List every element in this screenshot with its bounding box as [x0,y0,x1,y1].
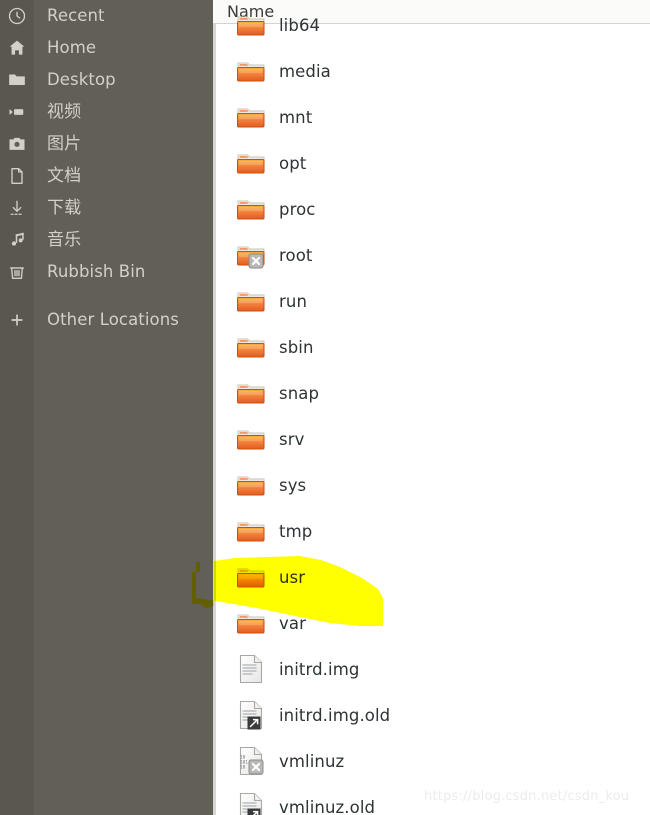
sidebar-item-label: Other Locations [47,310,179,329]
file-name-label: snap [279,383,320,403]
sidebar-item-label: Rubbish Bin [47,262,146,281]
document-icon [0,160,34,192]
table-row[interactable]: tmp [213,508,650,554]
file-rows-container: lib64 media mnt opt proc root run sbin s… [213,2,650,815]
sidebar-places-list: Recent Home Desktop 视频图片文档下载音乐 Rubbish Bin Ot… [0,0,213,336]
file-name-label: run [279,291,307,311]
music-icon [0,224,34,256]
table-row[interactable]: var [213,600,650,646]
file-name-label: sys [279,475,307,495]
sidebar-item-desktop[interactable]: Desktop [0,64,213,96]
sidebar-item-label: Desktop [47,70,116,89]
sidebar-item-label: 音乐 [47,230,82,250]
folder-icon [235,9,267,41]
sidebar-item-other-locations[interactable]: Other Locations [0,304,213,336]
table-row[interactable]: srv [213,416,650,462]
folder-icon [235,331,267,363]
table-row[interactable]: initrd.img.old [213,692,650,738]
sidebar-item-视频[interactable]: 视频 [0,96,213,128]
download-icon [0,192,34,224]
binary-file-locked-icon: 10 101 10 [235,745,267,777]
symlink-file-icon [235,791,267,815]
folder-icon [235,285,267,317]
table-row[interactable]: lib64 [213,2,650,48]
home-icon [0,32,34,64]
svg-text:10: 10 [240,765,246,771]
folder-icon [0,64,34,96]
sidebar-item-label: Home [47,38,97,57]
sidebar-item-下载[interactable]: 下载 [0,192,213,224]
file-name-label: proc [279,199,316,219]
symlink-file-icon [235,699,267,731]
sidebar-separator [0,288,213,304]
folder-icon [235,101,267,133]
file-name-label: media [279,61,331,81]
file-name-label: initrd.img.old [279,705,391,725]
video-icon [0,96,34,128]
sidebar-item-图片[interactable]: 图片 [0,128,213,160]
folder-locked-icon [235,239,267,271]
watermark-text: https://blog.csdn.net/csdn_kou [424,789,630,804]
table-row[interactable]: opt [213,140,650,186]
file-name-label: mnt [279,107,313,127]
folder-icon [235,147,267,179]
sidebar-item-label: Recent [47,6,105,25]
folder-icon [235,607,267,639]
folder-icon [235,515,267,547]
plus-icon [0,304,34,336]
table-row[interactable]: mnt [213,94,650,140]
file-list-pane: Name lib64 media mnt opt proc root run s… [213,0,650,815]
table-row[interactable]: usr [213,554,650,600]
file-name-label: vmlinuz [279,751,345,771]
file-name-label: srv [279,429,305,449]
table-row[interactable]: media [213,48,650,94]
text-file-icon [235,653,267,685]
file-name-label: tmp [279,521,313,541]
file-manager-window: Recent Home Desktop 视频图片文档下载音乐 Rubbish Bin Ot… [0,0,650,815]
table-row[interactable]: sys [213,462,650,508]
sidebar-item-label: 视频 [47,102,82,122]
table-row[interactable]: sbin [213,324,650,370]
sidebar-item-recent[interactable]: Recent [0,0,213,32]
sidebar: Recent Home Desktop 视频图片文档下载音乐 Rubbish Bin Ot… [0,0,213,815]
file-name-label: usr [279,567,306,587]
table-row[interactable]: initrd.img [213,646,650,692]
folder-icon [235,561,267,593]
trash-icon [0,256,34,288]
file-name-label: lib64 [279,15,321,35]
sidebar-item-home[interactable]: Home [0,32,213,64]
folder-icon [235,423,267,455]
file-name-label: sbin [279,337,314,357]
file-name-label: opt [279,153,307,173]
sidebar-item-rubbish-bin[interactable]: Rubbish Bin [0,256,213,288]
table-row[interactable]: proc [213,186,650,232]
file-name-label: var [279,613,306,633]
sidebar-item-label: 图片 [47,134,82,154]
folder-icon [235,469,267,501]
table-row[interactable]: root [213,232,650,278]
table-row[interactable]: 10 101 10 vmlinuz [213,738,650,784]
table-row[interactable]: snap [213,370,650,416]
clock-icon [0,0,34,32]
folder-icon [235,193,267,225]
file-name-label: root [279,245,313,265]
table-row[interactable]: run [213,278,650,324]
file-name-label: initrd.img [279,659,360,679]
sidebar-item-音乐[interactable]: 音乐 [0,224,213,256]
folder-icon [235,377,267,409]
camera-icon [0,128,34,160]
folder-icon [235,55,267,87]
sidebar-item-label: 文档 [47,166,82,186]
sidebar-item-文档[interactable]: 文档 [0,160,213,192]
sidebar-item-label: 下载 [47,198,82,218]
file-name-label: vmlinuz.old [279,797,376,815]
